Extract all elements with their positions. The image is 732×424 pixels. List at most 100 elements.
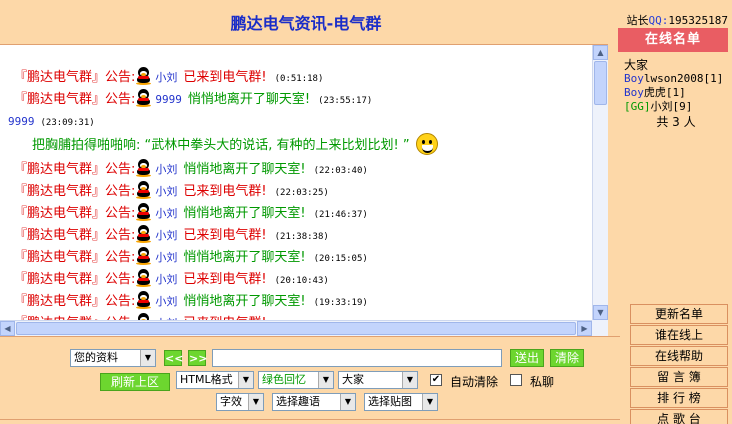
room-announcement: 『鹏达电气群』公告: [14, 70, 136, 85]
scroll-up-icon[interactable]: ▲ [593, 45, 608, 60]
chevron-down-icon: ▼ [318, 372, 333, 388]
bottom-divider [0, 419, 620, 420]
message-time: (23:09:31) [40, 118, 95, 128]
input-controls: 您的资料 ▼ << >> 送出 清除 刷新上区 HTML格式 ▼ 绿色回忆 ▼ 大家 ▼… [0, 336, 620, 424]
chevron-down-icon: ▼ [238, 372, 253, 388]
webmaster-label: 站长 [626, 14, 649, 27]
room-announcement: 『鹏达电气群』公告: [14, 228, 136, 243]
announcement-message: 『鹏达电气群』公告: 小刘 已来到电气群! (0:51:18) [0, 67, 592, 89]
announcement-message: 『鹏达电气群』公告: 小刘 悄悄地离开了聊天室! (22:03:40) [0, 159, 592, 181]
format-select[interactable]: HTML格式 ▼ [176, 371, 254, 389]
user-tag: Boy [624, 86, 644, 99]
horizontal-scrollbar[interactable]: ◀ ▶ [0, 320, 592, 336]
message-time: (22:03:25) [274, 188, 329, 198]
message-action: 已来到电气群! [183, 228, 267, 243]
announcement-message: 『鹏达电气群』公告: 小刘 悄悄地离开了聊天室! (20:15:05) [0, 247, 592, 269]
page-title: 鹏达电气资讯-电气群 [230, 14, 382, 33]
message-user[interactable]: 9999 [155, 93, 182, 106]
chevron-down-icon: ▼ [340, 394, 355, 410]
message-action: 悄悄地离开了聊天室! [183, 162, 306, 177]
message-user[interactable]: 小刘 [155, 207, 177, 220]
message-user[interactable]: 小刘 [155, 71, 177, 84]
horizontal-scroll-thumb[interactable] [16, 322, 576, 335]
message-time: (20:10:43) [274, 276, 329, 286]
message-time: (23:55:17) [318, 96, 373, 106]
font-effect-select[interactable]: 字效 ▼ [216, 393, 264, 411]
qq-penguin-icon [135, 225, 152, 243]
message-time: (19:33:19) [313, 298, 368, 308]
announcement-message: 『鹏达电气群』公告: 小刘 悄悄地离开了聊天室! (19:33:19) [0, 291, 592, 313]
message-user[interactable]: 小刘 [155, 295, 177, 308]
chat-messages: 『鹏达电气群』公告: 小刘 已来到电气群! (0:51:18) 『鹏达电气群』公告: 99… [0, 45, 592, 320]
qq-penguin-icon [135, 203, 152, 221]
refresh-list-button[interactable]: 更新名单 [630, 304, 728, 324]
clear-button[interactable]: 清除 [550, 349, 584, 367]
message-user[interactable]: 小刘 [155, 251, 177, 264]
message-time: (20:15:05) [313, 254, 368, 264]
ranking-button[interactable]: 排 行 榜 [630, 388, 728, 408]
vertical-scrollbar[interactable]: ▲ ▼ [592, 45, 608, 320]
profile-select[interactable]: 您的资料 ▼ [70, 349, 156, 367]
scroll-right-icon[interactable]: ▶ [577, 321, 592, 336]
room-announcement: 『鹏达电气群』公告: [14, 272, 136, 287]
scroll-left-icon[interactable]: ◀ [0, 321, 15, 336]
announcement-message: 『鹏达电气群』公告: 小刘 已来到电气群! (22:03:25) [0, 181, 592, 203]
send-button[interactable]: 送出 [510, 349, 544, 367]
user-tag: Boy [624, 72, 644, 85]
room-announcement: 『鹏达电气群』公告: [14, 294, 136, 309]
announcement-message: 『鹏达电气群』公告: 小刘 悄悄地离开了聊天室! (21:46:37) [0, 203, 592, 225]
color-select[interactable]: 绿色回忆 ▼ [258, 371, 334, 389]
user-tag: [GG] [624, 100, 651, 113]
online-count: 共 3 人 [656, 115, 696, 129]
vertical-scroll-thumb[interactable] [594, 61, 607, 105]
message-user[interactable]: 小刘 [155, 185, 177, 198]
next-button[interactable]: >> [188, 350, 207, 366]
message-user[interactable]: 小刘 [155, 273, 177, 286]
online-panel: 在线名单 大家 Boylwson2008[1] Boy虎虎[1] [GG]小刘[… [618, 28, 728, 294]
chevron-down-icon: ▼ [402, 372, 417, 388]
message-action: 已来到电气群! [183, 272, 267, 287]
chat-window[interactable]: 『鹏达电气群』公告: 小刘 已来到电气群! (0:51:18) 『鹏达电气群』公告: 99… [0, 44, 608, 336]
prev-button[interactable]: << [164, 350, 183, 366]
webmaster-info: 站长QQ:195325187 [627, 12, 728, 28]
announcement-message: 『鹏达电气群』公告: 小刘 已来到电气群! (21:38:38) [0, 225, 592, 247]
qq-number: 195325187 [668, 14, 728, 27]
song-request-button[interactable]: 点 歌 台 [630, 409, 728, 424]
message-user[interactable]: 小刘 [155, 163, 177, 176]
room-announcement: 『鹏达电气群』公告: [14, 250, 136, 265]
online-user[interactable]: Boylwson2008[1] [624, 72, 728, 86]
message-action: 悄悄地离开了聊天室! [183, 250, 306, 265]
guestbook-button[interactable]: 留 言 簿 [630, 367, 728, 387]
room-announcement: 『鹏达电气群』公告: [14, 184, 136, 199]
message-user[interactable]: 小刘 [155, 229, 177, 242]
fun-phrase-select[interactable]: 选择趣语 ▼ [272, 393, 356, 411]
announcement-message: 『鹏达电气群』公告: 小刘 已来到电气群! (20:10:43) [0, 269, 592, 291]
target-select[interactable]: 大家 ▼ [338, 371, 418, 389]
auto-clear-label: 自动清除 [450, 375, 499, 389]
online-help-button[interactable]: 在线帮助 [630, 346, 728, 366]
online-user[interactable]: [GG]小刘[9] [624, 100, 728, 114]
user-name: lwson2008[1] [643, 72, 724, 85]
sticker-select[interactable]: 选择贴图 ▼ [364, 393, 438, 411]
who-online-button[interactable]: 谁在线上 [630, 325, 728, 345]
emote-line: 把胸脯拍得啪啪响: “武林中拳头大的说话, 有种的上来比划比划! ” [0, 133, 592, 159]
message-user[interactable]: 9999 [8, 115, 35, 128]
chevron-down-icon: ▼ [422, 394, 437, 410]
online-user[interactable]: Boy虎虎[1] [624, 86, 728, 100]
message-input[interactable] [212, 349, 502, 367]
qq-penguin-icon [135, 291, 152, 309]
message-action: 悄悄地离开了聊天室! [183, 294, 306, 309]
scroll-down-icon[interactable]: ▼ [593, 305, 608, 320]
message-time: (21:46:37) [313, 210, 368, 220]
qq-penguin-icon [135, 67, 152, 85]
announcement-message: 『鹏达电气群』公告:小刘已来到电气群! [0, 313, 592, 320]
user-name: 虎虎[1] [643, 86, 686, 99]
message-action: 已来到电气群! [183, 184, 267, 199]
smiley-icon [415, 133, 438, 155]
auto-clear-checkbox[interactable]: ✔ [430, 374, 442, 386]
refresh-upper-button[interactable]: 刷新上区 [100, 373, 170, 391]
private-checkbox[interactable] [510, 374, 522, 386]
online-all[interactable]: 大家 [624, 58, 728, 72]
qq-penguin-icon [135, 181, 152, 199]
message-time: (0:51:18) [274, 74, 324, 84]
